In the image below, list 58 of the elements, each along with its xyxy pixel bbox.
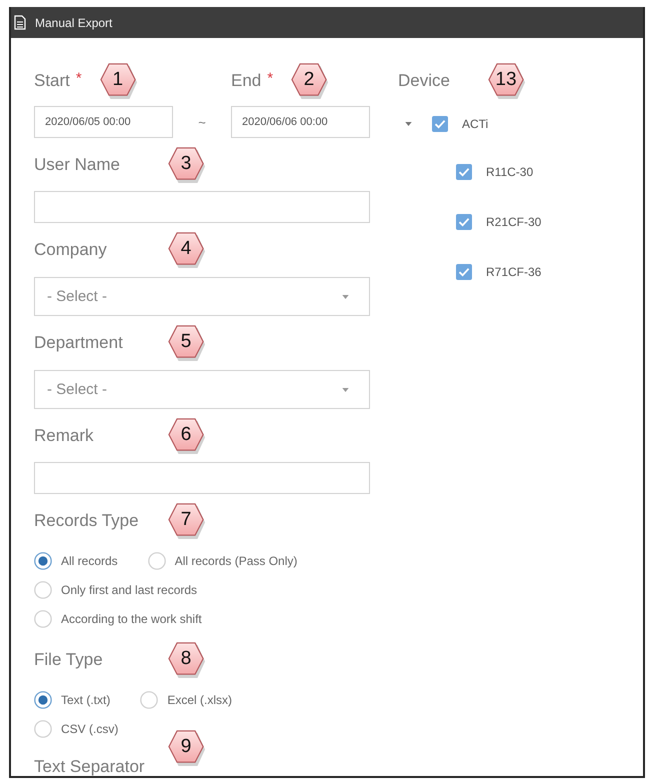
field-label: Start (34, 71, 70, 91)
caret-icon (342, 388, 349, 392)
radio-option[interactable]: All records (Pass Only) (148, 546, 298, 575)
text-field[interactable] (34, 462, 370, 494)
radio-option[interactable]: All records (34, 546, 118, 575)
window-title: Manual Export (35, 16, 112, 30)
callout-marker: 13 (488, 63, 526, 99)
callout-marker: 8 (168, 642, 206, 678)
field-label: End (231, 71, 262, 91)
field-label: User Name (34, 155, 121, 175)
select-field[interactable]: - Select - (34, 277, 370, 316)
radio-button[interactable] (148, 552, 166, 570)
device-name[interactable]: R11C-30 (486, 165, 534, 179)
callout-marker: 1 (100, 63, 138, 99)
callout-marker: 2 (291, 63, 330, 99)
radio-button[interactable] (34, 610, 52, 628)
radio-option[interactable]: Text (.txt) (34, 685, 110, 714)
radio-button[interactable] (34, 580, 52, 598)
radio-option[interactable]: CSV (.csv) (34, 714, 118, 743)
caret-icon (342, 294, 349, 298)
device-name[interactable]: R71CF-36 (486, 265, 542, 279)
text-field[interactable] (34, 191, 370, 223)
document-icon (14, 15, 26, 30)
callout-marker: 4 (168, 232, 206, 268)
radio-button[interactable] (34, 720, 52, 738)
field-label: Text Separator (34, 757, 146, 776)
field-label: Remark (34, 426, 95, 446)
field-label: Records Type (34, 511, 140, 531)
radio-option[interactable]: Excel (.xlsx) (140, 685, 232, 714)
callout-marker: 3 (168, 147, 206, 183)
range-separator: ~ (198, 114, 206, 130)
field-label: File Type (34, 650, 104, 670)
caret-icon[interactable] (405, 122, 412, 126)
required-mark: * (76, 70, 82, 87)
callout-marker: 9 (168, 730, 206, 766)
checkbox[interactable] (456, 264, 472, 280)
checkbox[interactable] (456, 164, 472, 180)
select-field[interactable]: - Select - (34, 370, 370, 409)
checkbox[interactable] (456, 214, 472, 230)
radio-option[interactable]: Only first and last records (34, 575, 198, 604)
radio-button[interactable] (34, 690, 52, 708)
checkbox[interactable] (432, 116, 448, 132)
radio-button[interactable] (34, 552, 52, 570)
device-name[interactable]: R21CF-30 (486, 215, 542, 229)
required-mark: * (267, 70, 274, 87)
field-label: Device (398, 71, 450, 91)
end-date-field[interactable]: 2020/06/06 00:00 (231, 106, 370, 138)
select-placeholder: - Select - (47, 381, 108, 398)
radio-option[interactable]: According to the work shift (34, 604, 202, 633)
field-label: Department (34, 333, 124, 353)
callout-marker: 6 (168, 418, 206, 454)
select-placeholder: - Select - (47, 288, 108, 305)
field-label: Company (34, 240, 108, 260)
callout-marker: 7 (168, 503, 206, 539)
device-name[interactable]: ACTi (462, 117, 488, 131)
radio-button[interactable] (140, 690, 158, 708)
start-date-field[interactable]: 2020/06/05 00:00 (34, 106, 173, 138)
callout-marker: 5 (168, 325, 206, 361)
